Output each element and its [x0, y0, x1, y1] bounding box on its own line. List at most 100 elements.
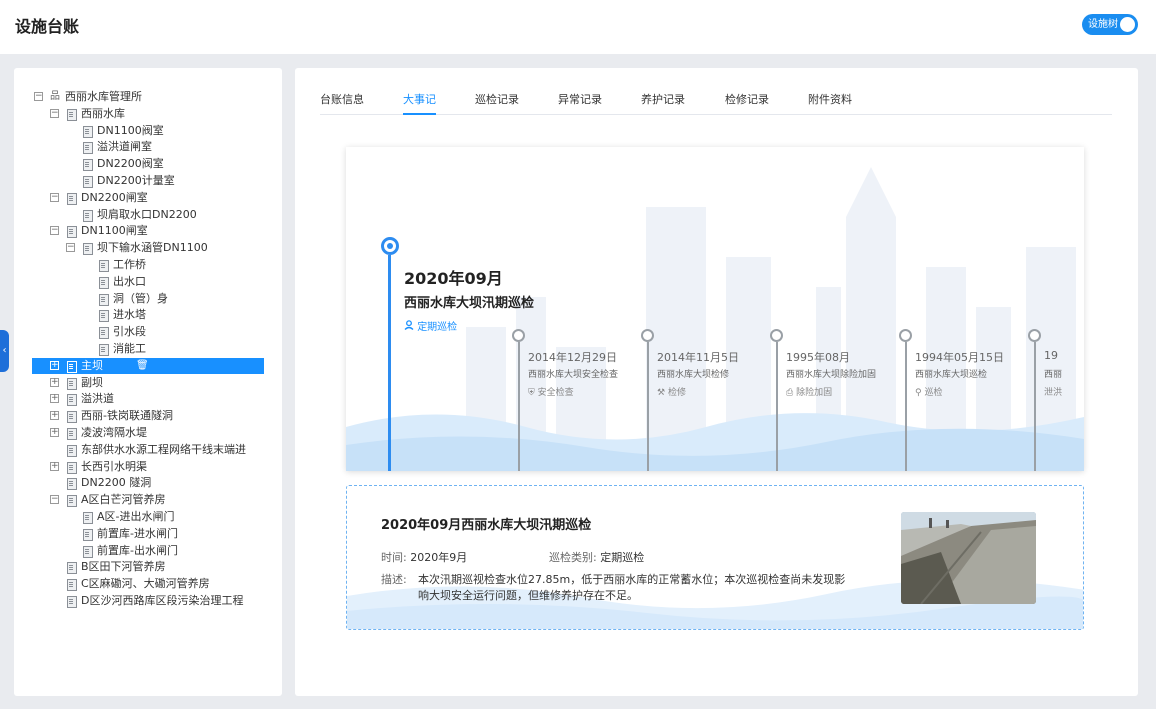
timeline-event-dot[interactable] [512, 329, 525, 342]
timeline-event[interactable]: 19 西丽 泄洪 [1028, 329, 1084, 471]
tree-node[interactable]: 出水口 [14, 274, 282, 290]
document-icon [66, 108, 77, 121]
tree-node[interactable]: − 品西丽水库管理所 [14, 89, 282, 105]
tab-bar: 台账信息 大事记 巡检记录 异常记录 养护记录 检修记录 附件资料 [320, 88, 1112, 115]
tree-node[interactable]: + 主坝 🗑 [32, 357, 264, 374]
collapse-panel-button[interactable]: ‹ [0, 330, 9, 372]
tree-node-label: 工作桥 [113, 258, 146, 271]
tree-node[interactable]: DN2200阀室 [14, 156, 282, 172]
collapse-icon[interactable]: − [66, 243, 75, 253]
event-type-label: 除险加固 [796, 388, 833, 398]
tree-node[interactable]: − 西丽水库 [14, 106, 282, 122]
tree-node[interactable]: 前置库-进水闸门 [14, 526, 282, 542]
tab-maintenance-records[interactable]: 养护记录 [641, 91, 685, 115]
tree-node[interactable]: + 长西引水明渠 [14, 459, 282, 475]
collapse-icon[interactable]: − [50, 108, 59, 118]
trash-icon[interactable]: 🗑 [136, 358, 149, 374]
expand-icon[interactable]: + [50, 377, 59, 387]
tab-inspection-records[interactable]: 巡检记录 [475, 91, 519, 115]
document-icon [82, 176, 93, 188]
timeline-event[interactable]: 2014年12月29日 西丽水库大坝安全检查 ⛨ 安全检查 [512, 329, 648, 471]
timeline-event-dot[interactable] [770, 329, 783, 342]
tree-node[interactable]: + 副坝 [14, 375, 282, 391]
tree-node[interactable]: DN2200 隧洞 [14, 475, 282, 491]
collapse-icon[interactable]: − [50, 192, 59, 202]
tab-repair-records[interactable]: 检修记录 [725, 91, 769, 115]
tree-node[interactable]: DN1100阀室 [14, 123, 282, 139]
detail-photo[interactable] [901, 512, 1036, 604]
tree-node-label: 主坝 [81, 358, 103, 372]
detail-time-label: 时间: [381, 551, 407, 564]
tab-anomaly-records[interactable]: 异常记录 [558, 91, 602, 115]
expand-icon[interactable]: + [50, 394, 59, 404]
tree-node-label: 长西引水明渠 [81, 459, 147, 473]
tree-node[interactable]: 洞（管）身 [14, 291, 282, 307]
tree-node-label: DN2200 隧洞 [81, 476, 152, 490]
event-title: 西丽水库大坝检修 [657, 370, 730, 380]
document-icon [98, 344, 109, 356]
tree-node[interactable]: + 凌波湾隔水堤 [14, 425, 282, 441]
tree-node[interactable]: 溢洪道闸室 [14, 139, 282, 155]
tree-node[interactable]: + 西丽-铁岗联通隧洞 [14, 408, 282, 424]
tree-node-label: 坝下输水涵管DN1100 [97, 241, 208, 255]
timeline-event-dot[interactable] [1028, 329, 1041, 342]
timeline-event-dot[interactable] [641, 329, 654, 342]
tree-node[interactable]: − 坝下输水涵管DN1100 [14, 240, 282, 256]
timeline-event-dot[interactable] [899, 329, 912, 342]
toggle-label: 设施树 [1088, 19, 1118, 30]
dam-photo-image [901, 512, 1036, 604]
tab-attachments[interactable]: 附件资料 [808, 91, 852, 115]
tree-node[interactable]: − DN1100闸室 [14, 223, 282, 239]
tab-milestones[interactable]: 大事记 [403, 91, 436, 115]
tree-node[interactable]: 引水段 [14, 324, 282, 340]
tree-node[interactable]: B区田下河管养房 [14, 559, 282, 575]
event-type-label: 巡检 [924, 388, 943, 398]
tree-node-label: A区白芒河管养房 [81, 493, 166, 507]
tree-node-label: 出水口 [113, 274, 146, 288]
expand-icon[interactable]: + [50, 461, 59, 471]
document-icon [66, 360, 77, 373]
document-icon [66, 579, 77, 592]
event-title: 西丽 [1044, 370, 1063, 380]
event-title: 西丽水库大坝巡检 [915, 370, 988, 380]
event-type-label: 安全检查 [537, 388, 574, 398]
event-type: ⎙ 除险加固 [786, 385, 832, 398]
document-icon [66, 444, 77, 457]
timeline-event[interactable]: 1995年08月 西丽水库大坝除险加固 ⎙ 除险加固 [770, 329, 906, 471]
tree-node[interactable]: 工作桥 [14, 257, 282, 273]
tree-node[interactable]: D区沙河西路库区段污染治理工程 [14, 593, 282, 609]
tree-node[interactable]: 进水塔 [14, 307, 282, 323]
tree-node-label: 进水塔 [113, 308, 146, 322]
tree-node[interactable]: + 溢洪道 [14, 391, 282, 407]
tree-node-label: 前置库-出水闸门 [97, 543, 178, 557]
tree-node[interactable]: 东部供水水源工程网络干线末端进 [14, 442, 282, 458]
document-icon [66, 596, 77, 608]
chevron-left-icon: ‹ [2, 345, 7, 356]
top-bar: 设施台账 设施树 [0, 0, 1156, 54]
collapse-icon[interactable]: − [50, 495, 59, 505]
tree-node-label: DN2200计量室 [97, 174, 175, 187]
event-type-label: 检修 [667, 388, 686, 398]
document-icon [66, 377, 77, 390]
collapse-icon[interactable]: − [34, 92, 43, 101]
event-date: 1995年08月 [786, 351, 850, 364]
tree-node[interactable]: 坝肩取水口DN2200 [14, 207, 282, 223]
tree-node[interactable]: C区麻磡河、大磡河管养房 [14, 576, 282, 592]
expand-icon[interactable]: + [50, 411, 59, 421]
tree-node[interactable]: − DN2200闸室 [14, 190, 282, 206]
page-title: 设施台账 [15, 17, 80, 36]
tab-ledger-info[interactable]: 台账信息 [320, 91, 364, 115]
facility-tree-toggle[interactable]: 设施树 [1082, 14, 1138, 35]
collapse-icon[interactable]: − [50, 226, 59, 236]
event-title: 西丽水库大坝安全检查 [528, 370, 619, 380]
tree-node[interactable]: 消能工 [14, 341, 282, 357]
expand-icon[interactable]: + [50, 428, 59, 437]
tree-node[interactable]: 前置库-出水闸门 [14, 543, 282, 559]
detail-desc-label: 描述: [381, 573, 407, 586]
timeline-event[interactable]: 2014年11月5日 西丽水库大坝检修 ⚒ 检修 [641, 329, 777, 471]
expand-icon[interactable]: + [50, 360, 59, 370]
tree-node[interactable]: − A区白芒河管养房 [14, 492, 282, 508]
tree-node[interactable]: A区-进出水闸门 [14, 509, 282, 525]
tree-node[interactable]: DN2200计量室 [14, 173, 282, 189]
timeline-event[interactable]: 1994年05月15日 西丽水库大坝巡检 ⚲ 巡检 [899, 329, 1035, 471]
